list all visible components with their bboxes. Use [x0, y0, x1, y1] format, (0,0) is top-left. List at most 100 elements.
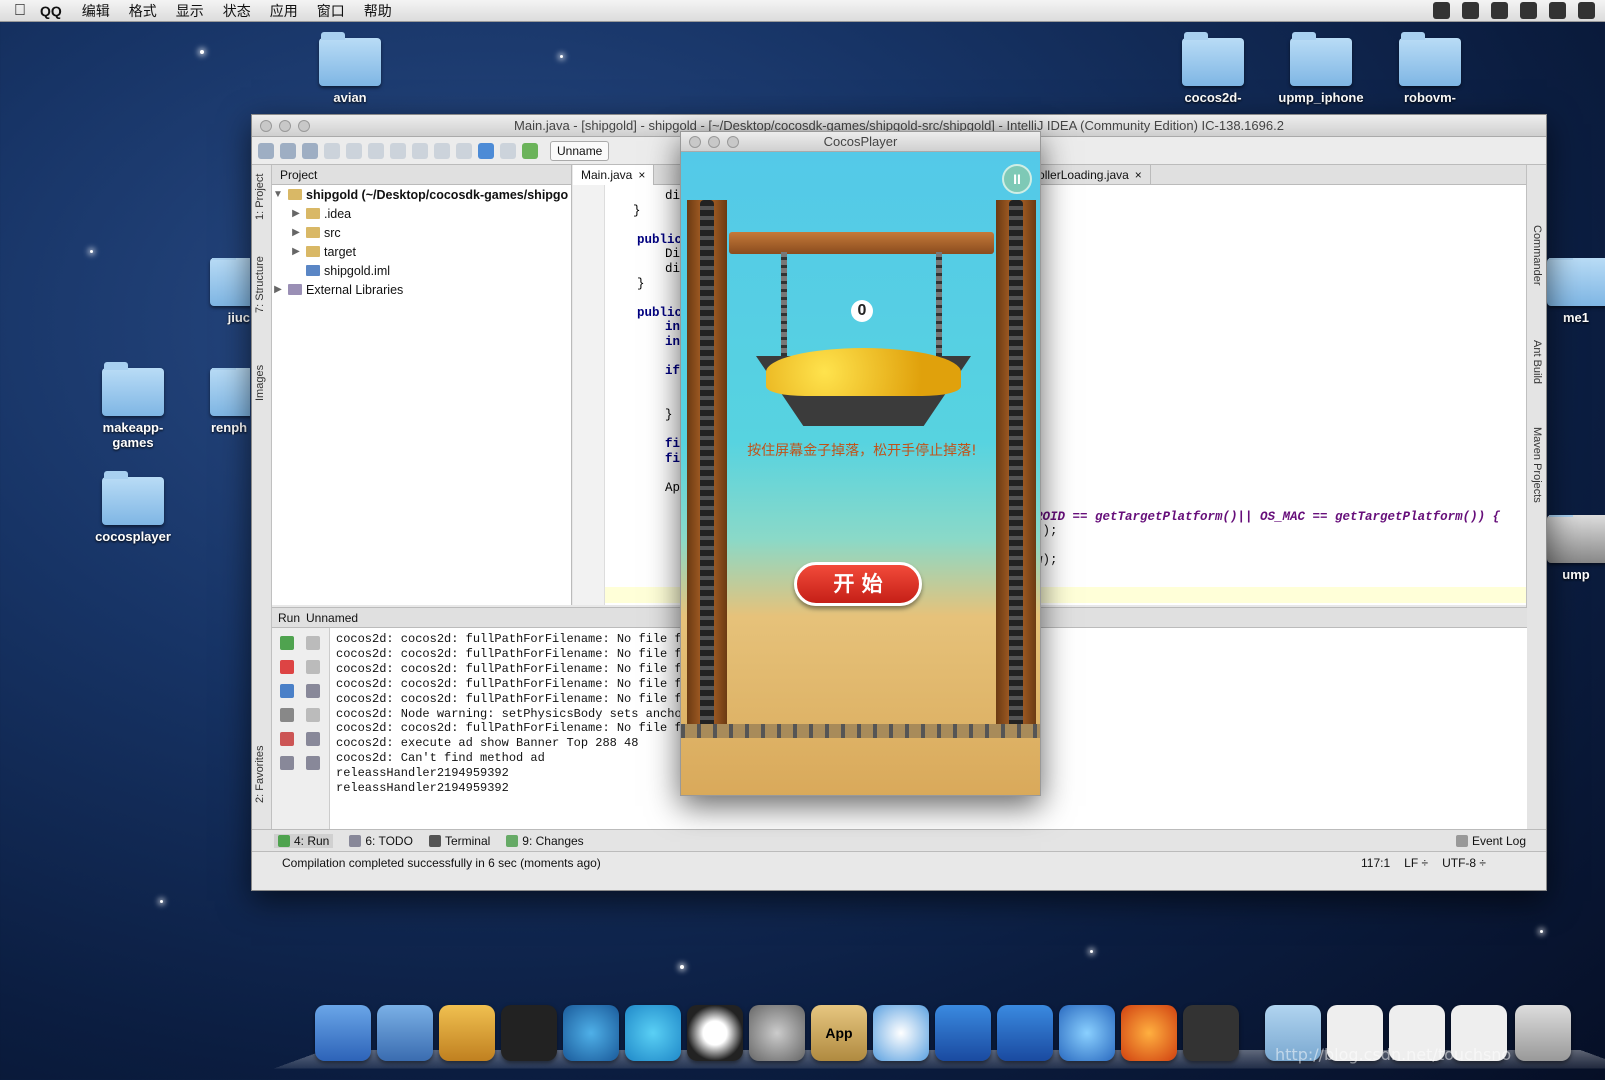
menu-app-name[interactable]: QQ [40, 3, 62, 19]
replace-icon[interactable] [456, 142, 472, 159]
file-encoding[interactable]: UTF-8 ÷ [1442, 856, 1486, 870]
system-preferences-icon[interactable] [749, 1005, 805, 1061]
desktop-folder-renph[interactable]: renph [195, 368, 250, 435]
save-icon[interactable] [280, 142, 296, 159]
desktop-folder-cocosplayer[interactable]: cocosplayer [78, 471, 188, 544]
intellij-icon[interactable] [935, 1005, 991, 1061]
intellij-2-icon[interactable] [997, 1005, 1053, 1061]
sync-icon[interactable] [302, 142, 318, 159]
tree-item-root[interactable]: ▼ shipgold (~/Desktop/cocosdk-games/shipg… [272, 185, 571, 204]
menu-window[interactable]: 窗口 [317, 1, 345, 21]
run-config-name[interactable]: Unnamed [306, 611, 358, 625]
finder-icon[interactable] [315, 1005, 371, 1061]
caret-position[interactable]: 117:1 [1361, 856, 1390, 870]
desktop-folder-avian[interactable]: avian [295, 32, 405, 105]
close-tab-icon[interactable]: × [638, 168, 645, 182]
sync-icon[interactable] [1491, 2, 1508, 19]
expand-arrow-icon[interactable]: ▶ [290, 208, 302, 219]
start-button[interactable]: 开 始 [794, 562, 922, 606]
tab-run[interactable]: 4: Run [274, 833, 334, 848]
apple-icon[interactable]:  [0, 2, 40, 20]
terminal-icon[interactable] [501, 1005, 557, 1061]
skype-icon[interactable] [625, 1005, 681, 1061]
menu-format[interactable]: 格式 [129, 1, 157, 21]
xcode-icon[interactable] [377, 1005, 433, 1061]
tab-ant-build[interactable]: Ant Build [1531, 340, 1543, 384]
pause-icon[interactable]: II [1002, 164, 1032, 194]
find-icon[interactable] [434, 142, 450, 159]
tab-commander[interactable]: Commander [1531, 225, 1543, 286]
trash-icon[interactable] [1515, 1005, 1571, 1061]
pause-icon[interactable] [280, 684, 294, 698]
console-output[interactable]: cocos2d: cocos2d: fullPathForFilename: N… [336, 632, 689, 796]
menu-view[interactable]: 显示 [176, 1, 204, 21]
stop-icon[interactable] [280, 660, 294, 674]
undo-icon[interactable] [324, 142, 340, 159]
redo-icon[interactable] [346, 142, 362, 159]
desktop-folder-upmp-iphone[interactable]: upmp_iphone [1266, 32, 1376, 105]
dump-threads-icon[interactable] [280, 708, 294, 722]
itunes-icon[interactable] [1059, 1005, 1115, 1061]
up-arrow-icon[interactable] [306, 636, 320, 650]
line-separator[interactable]: LF ÷ [1404, 856, 1428, 870]
menu-status[interactable]: 状态 [223, 1, 251, 21]
tree-item-external-libraries[interactable]: ▶ External Libraries [272, 280, 571, 299]
time-machine-icon[interactable] [1549, 2, 1566, 19]
desktop-folder-robovm[interactable]: robovm- [1375, 32, 1485, 105]
eject-icon[interactable] [1578, 2, 1595, 19]
zoom-window-button[interactable] [727, 136, 739, 148]
menu-help[interactable]: 帮助 [364, 1, 392, 21]
forward-icon[interactable] [500, 142, 516, 159]
desktop-folder-cocos2d[interactable]: cocos2d- [1158, 32, 1268, 105]
desktop-folder-makeapp-games[interactable]: makeapp- games [78, 362, 188, 450]
project-view-select[interactable]: Project [280, 168, 317, 182]
tree-item-idea[interactable]: ▶ .idea [272, 204, 571, 223]
desktop-folder-jiuc[interactable]: jiuc [190, 258, 250, 325]
print-icon[interactable] [306, 732, 320, 746]
menu-edit[interactable]: 编辑 [82, 1, 110, 21]
exit-icon[interactable] [280, 732, 294, 746]
close-tab-icon[interactable]: × [1135, 168, 1142, 182]
menu-apps[interactable]: 应用 [270, 1, 298, 21]
minimize-window-button[interactable] [279, 120, 291, 132]
expand-arrow-icon[interactable]: ▶ [290, 227, 302, 238]
copy-icon[interactable] [390, 142, 406, 159]
make-project-icon[interactable] [522, 142, 538, 159]
instruments-icon[interactable] [439, 1005, 495, 1061]
cocos-titlebar[interactable]: CocosPlayer [681, 132, 1040, 152]
run-configuration-select[interactable]: Unname [550, 140, 610, 161]
open-icon[interactable] [258, 142, 274, 159]
close-window-button[interactable] [260, 120, 272, 132]
console-app-icon[interactable] [1183, 1005, 1239, 1061]
tree-item-iml[interactable]: shipgold.iml [272, 261, 571, 280]
scroll-to-end-icon[interactable] [306, 708, 320, 722]
qq-icon[interactable] [687, 1005, 743, 1061]
tree-item-src[interactable]: ▶ src [272, 223, 571, 242]
tab-favorites[interactable]: 2: Favorites [254, 746, 266, 803]
app-store-icon[interactable]: App [811, 1005, 867, 1061]
tab-todo[interactable]: 6: TODO [349, 834, 413, 848]
app-status-icon[interactable] [1520, 2, 1537, 19]
tab-project[interactable]: 1: Project [254, 174, 266, 220]
layout-icon[interactable] [280, 756, 294, 770]
clear-all-icon[interactable] [306, 756, 320, 770]
rerun-icon[interactable] [280, 636, 294, 650]
desktop-item-ump[interactable]: ump [1547, 515, 1605, 582]
tab-main-java[interactable]: Main.java × [573, 164, 655, 185]
expand-arrow-icon[interactable]: ▶ [290, 246, 302, 257]
close-window-button[interactable] [689, 136, 701, 148]
soft-wrap-icon[interactable] [306, 684, 320, 698]
expand-arrow-icon[interactable]: ▼ [272, 189, 284, 200]
tab-changes[interactable]: 9: Changes [506, 834, 584, 848]
safari-icon[interactable] [873, 1005, 929, 1061]
tab-images[interactable]: Images [254, 365, 266, 401]
firefox-icon[interactable] [1121, 1005, 1177, 1061]
tab-structure[interactable]: 7: Structure [254, 256, 266, 313]
tab-maven-projects[interactable]: Maven Projects [1531, 427, 1543, 503]
calendar-icon[interactable] [1433, 2, 1450, 19]
minimize-window-button[interactable] [708, 136, 720, 148]
down-arrow-icon[interactable] [306, 660, 320, 674]
paste-icon[interactable] [412, 142, 428, 159]
tab-event-log[interactable]: Event Log [1455, 834, 1526, 848]
app-icon[interactable] [563, 1005, 619, 1061]
